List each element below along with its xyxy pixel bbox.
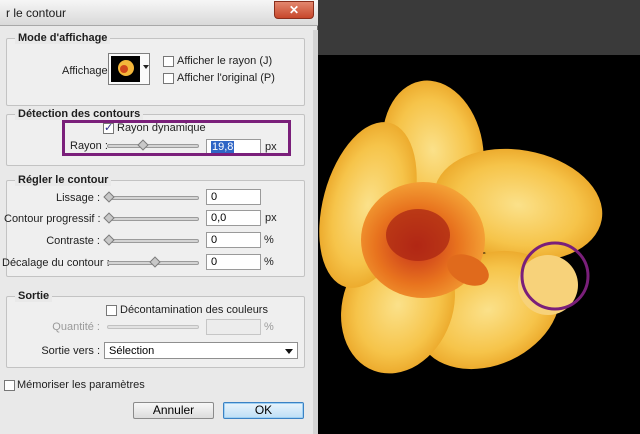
document-canvas[interactable] bbox=[318, 55, 640, 434]
contrast-unit: % bbox=[264, 234, 274, 246]
feather-field[interactable]: 0,0 bbox=[206, 210, 261, 226]
view-mode-title: Mode d'affichage bbox=[15, 32, 111, 44]
feather-value: 0,0 bbox=[211, 212, 227, 224]
contrast-label: Contraste : bbox=[46, 235, 100, 247]
flower-thumbnail-icon bbox=[118, 60, 134, 76]
view-thumbnail bbox=[111, 56, 140, 82]
flower-image bbox=[319, 80, 603, 374]
workspace-toolbar-area bbox=[318, 0, 640, 55]
chevron-down-icon bbox=[143, 65, 149, 69]
feather-unit: px bbox=[265, 212, 277, 224]
smooth-slider[interactable] bbox=[107, 196, 199, 200]
shift-label: Décalage du contour : bbox=[2, 257, 110, 269]
shift-value: 0 bbox=[211, 256, 218, 268]
decontaminate-checkbox[interactable] bbox=[106, 305, 117, 316]
amount-slider bbox=[107, 325, 199, 329]
output-to-label: Sortie vers : bbox=[41, 345, 100, 357]
smooth-field[interactable]: 0 bbox=[206, 189, 261, 205]
ok-button[interactable]: OK bbox=[223, 402, 304, 419]
dialog-titlebar[interactable]: r le contour ✕ bbox=[0, 0, 318, 26]
show-original-checkbox[interactable] bbox=[163, 73, 174, 84]
dialog-scrollbar[interactable] bbox=[313, 30, 318, 434]
chevron-down-icon bbox=[285, 349, 293, 354]
view-mode-picker[interactable] bbox=[108, 53, 150, 85]
contrast-field[interactable]: 0 bbox=[206, 232, 261, 248]
shift-unit: % bbox=[264, 256, 274, 268]
refine-edge-dialog: r le contour ✕ Mode d'affichage Affichag… bbox=[0, 0, 318, 434]
output-to-select[interactable]: Sélection bbox=[104, 342, 298, 359]
adjust-edge-title: Régler le contour bbox=[15, 174, 112, 186]
remember-settings-label: Mémoriser les paramètres bbox=[17, 379, 145, 391]
show-radius-checkbox[interactable] bbox=[163, 56, 174, 67]
smooth-value: 0 bbox=[211, 191, 218, 203]
contrast-slider[interactable] bbox=[107, 239, 199, 243]
display-label: Affichage : bbox=[62, 65, 114, 77]
shift-field[interactable]: 0 bbox=[206, 254, 261, 270]
output-title: Sortie bbox=[15, 290, 53, 302]
output-to-value: Sélection bbox=[109, 345, 155, 357]
show-original-label: Afficher l'original (P) bbox=[177, 72, 275, 84]
dialog-title: r le contour bbox=[6, 6, 67, 20]
annotation-highlight-box bbox=[62, 120, 291, 156]
show-radius-label: Afficher le rayon (J) bbox=[177, 55, 273, 67]
smooth-label: Lissage : bbox=[55, 192, 100, 204]
amount-field bbox=[206, 319, 261, 335]
close-icon: ✕ bbox=[288, 3, 300, 17]
edge-detection-title: Détection des contours bbox=[15, 108, 144, 120]
cancel-button[interactable]: Annuler bbox=[133, 402, 214, 419]
corona-center bbox=[386, 209, 450, 261]
amount-label: Quantité : bbox=[52, 321, 100, 333]
remember-settings-checkbox[interactable] bbox=[4, 380, 15, 391]
close-button[interactable]: ✕ bbox=[274, 1, 314, 19]
amount-unit: % bbox=[264, 321, 274, 333]
feather-slider[interactable] bbox=[107, 217, 199, 221]
decontaminate-label: Décontamination des couleurs bbox=[120, 304, 268, 316]
contrast-value: 0 bbox=[211, 234, 218, 246]
feather-label: Contour progressif : bbox=[4, 213, 101, 225]
